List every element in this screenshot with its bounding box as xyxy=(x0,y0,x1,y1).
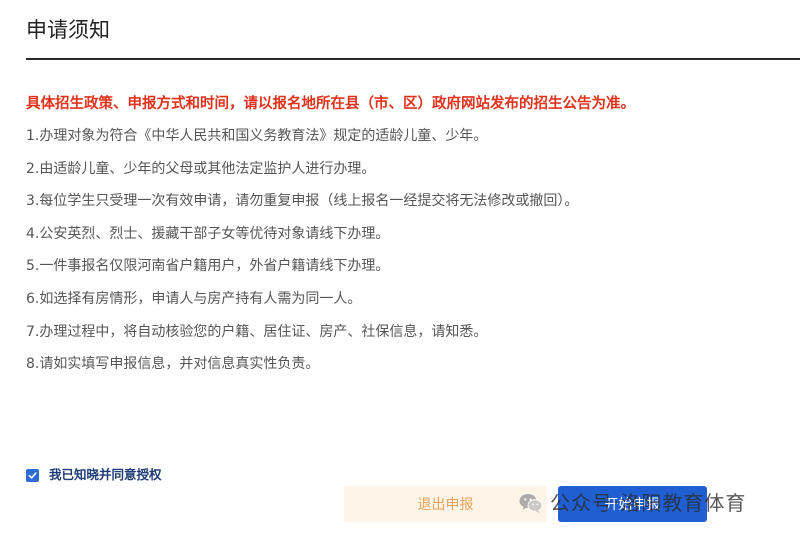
checkmark-icon xyxy=(28,471,37,479)
agreement-label[interactable]: 我已知晓并同意授权 xyxy=(49,466,162,484)
rule-item-7: 7.办理过程中，将自动核验您的户籍、居住证、房产、社保信息，请知悉。 xyxy=(26,323,488,340)
title-divider xyxy=(26,58,800,60)
page-title: 申请须知 xyxy=(26,18,110,42)
rule-item-8: 8.请如实填写申报信息，并对信息真实性负责。 xyxy=(26,356,320,373)
notice-warning: 具体招生政策、申报方式和时间，请以报名地所在县（市、区）政府网站发布的招生公告为… xyxy=(26,96,635,112)
rule-item-1: 1.办理对象为符合《中华人民共和国义务教育法》规定的适龄儿童、少年。 xyxy=(26,128,488,144)
rule-item-3: 3.每位学生只受理一次有效申请，请勿重复申报（线上报名一经提交将无法修改或撤回）… xyxy=(26,193,579,210)
agreement-checkbox[interactable] xyxy=(26,468,39,482)
rule-item-6: 6.如选择有房情形，申请人与房产持有人需为同一人。 xyxy=(26,290,362,307)
rule-item-2: 2.由适龄儿童、少年的父母或其他法定监护人进行办理。 xyxy=(26,160,376,177)
agreement-row[interactable]: 我已知晓并同意授权 xyxy=(26,466,162,484)
rule-item-4: 4.公安英烈、烈士、援藏干部子女等优待对象请线下办理。 xyxy=(26,225,390,242)
start-button[interactable]: 开始申报 xyxy=(558,486,707,522)
exit-button[interactable]: 退出申报 xyxy=(344,486,547,522)
rules-list: 1.办理对象为符合《中华人民共和国义务教育法》规定的适龄儿童、少年。 2.由适龄… xyxy=(26,126,578,387)
rule-item-5: 5.一件事报名仅限河南省户籍用户，外省户籍请线下办理。 xyxy=(26,258,390,275)
